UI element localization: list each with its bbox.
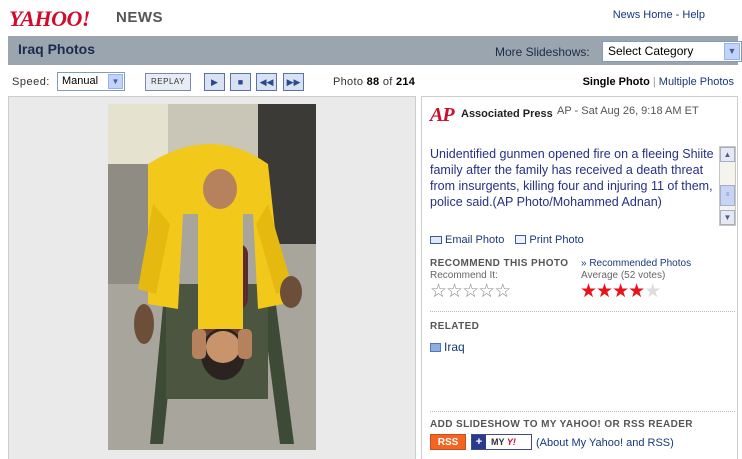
stop-icon: ■ — [237, 77, 244, 87]
next-icon: ▶▶ — [286, 77, 301, 87]
envelope-icon — [430, 236, 442, 244]
my-yahoo-badge-y: Y! — [506, 437, 516, 447]
scroll-thumb[interactable]: ≡ — [720, 185, 735, 206]
help-link[interactable]: Help — [682, 9, 705, 21]
filled-star-icon: ★ — [580, 281, 597, 302]
photo-total-number: 214 — [395, 76, 416, 88]
page-title: Iraq Photos — [18, 41, 96, 57]
site-header: YAHOO! NEWS News Home - Help — [0, 0, 742, 34]
average-rating-stars: ★★★★★ — [580, 280, 661, 303]
news-photo — [108, 104, 316, 450]
play-button[interactable]: ▶ — [204, 73, 225, 91]
my-yahoo-badge-label: MY Y! — [491, 437, 516, 447]
yahoo-logo[interactable]: YAHOO! — [9, 6, 90, 32]
rss-button[interactable]: RSS — [430, 434, 466, 450]
filled-star-icon: ★ — [612, 281, 629, 302]
previous-icon: ◀◀ — [259, 77, 274, 87]
view-mode-separator: | — [652, 76, 656, 88]
star-icon[interactable]: ☆ — [494, 281, 511, 302]
recommended-photos-link[interactable]: » Recommended Photos — [581, 258, 691, 269]
photo-info-pane: AP Associated Press AP - Sat Aug 26, 9:1… — [421, 96, 738, 459]
speed-select-value: Manual — [62, 75, 99, 87]
printer-icon — [515, 235, 527, 244]
photo-counter: Photo 88 of 214 — [333, 76, 415, 88]
scroll-down-icon[interactable]: ▼ — [720, 210, 735, 225]
news-section-label[interactable]: NEWS — [116, 9, 163, 26]
photo-counter-of: of — [382, 76, 393, 88]
speed-select[interactable]: Manual ▼ — [57, 72, 125, 91]
my-yahoo-badge-my: MY — [491, 437, 505, 447]
category-select-value: Select Category — [608, 44, 694, 58]
empty-star-icon: ★ — [644, 281, 661, 302]
photo-pane — [8, 96, 416, 459]
multiple-photos-link[interactable]: Multiple Photos — [659, 76, 734, 88]
recommend-heading: RECOMMEND THIS PHOTO — [430, 258, 569, 269]
ap-logo-mark: AP — [430, 104, 455, 126]
chevron-down-icon[interactable]: ▼ — [108, 74, 123, 89]
print-photo-link[interactable]: Print Photo — [515, 234, 584, 246]
photo-counter-label: Photo — [333, 76, 364, 88]
replay-button[interactable]: REPLAY — [145, 73, 191, 91]
photo-actions: Email Photo Print Photo — [430, 234, 592, 246]
star-icon[interactable]: ☆ — [478, 281, 495, 302]
source-name: Associated Press — [461, 108, 553, 120]
related-heading: RELATED — [430, 321, 480, 332]
filled-star-icon: ★ — [596, 281, 613, 302]
top-links: News Home - Help — [613, 9, 705, 21]
star-icon[interactable]: ☆ — [446, 281, 463, 302]
add-to-my-yahoo-button[interactable]: + MY Y! — [471, 434, 532, 450]
email-photo-label: Email Photo — [445, 234, 505, 246]
folder-icon — [430, 343, 441, 352]
star-icon[interactable]: ☆ — [430, 281, 447, 302]
divider — [430, 311, 735, 312]
photo-caption: Unidentified gunmen opened fire on a fle… — [430, 147, 714, 209]
chevron-down-icon[interactable]: ▼ — [724, 43, 740, 60]
related-link-label: Iraq — [444, 340, 465, 354]
photo-dateline: AP - Sat Aug 26, 9:18 AM ET — [557, 105, 699, 117]
related-iraq-link[interactable]: Iraq — [430, 340, 465, 354]
stop-button[interactable]: ■ — [230, 73, 251, 91]
email-photo-link[interactable]: Email Photo — [430, 234, 504, 246]
play-icon: ▶ — [211, 77, 218, 87]
speed-label: Speed: — [12, 76, 50, 88]
add-slideshow-heading: ADD SLIDESHOW TO MY YAHOO! OR RSS READER — [430, 419, 693, 430]
filled-star-icon: ★ — [628, 281, 645, 302]
recommend-stars[interactable]: ☆☆☆☆☆ — [430, 280, 511, 303]
view-mode-links: Single Photo | Multiple Photos — [583, 76, 734, 88]
more-slideshows-label: More Slideshows: — [495, 45, 590, 59]
scroll-up-icon[interactable]: ▲ — [720, 147, 735, 162]
slideshow-controls: Speed: Manual ▼ REPLAY ▶ ■ ◀◀ ▶▶ Photo 8… — [8, 70, 738, 94]
plus-icon: + — [472, 435, 486, 449]
single-photo-view: Single Photo — [582, 76, 650, 88]
print-photo-label: Print Photo — [529, 234, 584, 246]
slideshow-title-bar: Iraq Photos More Slideshows: Select Cate… — [8, 36, 742, 65]
caption-scrollbar[interactable]: ▲ ≡ ▼ — [719, 146, 736, 226]
category-select[interactable]: Select Category ▼ — [602, 41, 742, 62]
news-home-link[interactable]: News Home — [613, 9, 673, 21]
photo-current-number: 88 — [366, 76, 380, 88]
previous-button[interactable]: ◀◀ — [256, 73, 277, 91]
divider — [430, 411, 735, 412]
star-icon[interactable]: ☆ — [462, 281, 479, 302]
next-button[interactable]: ▶▶ — [283, 73, 304, 91]
about-my-yahoo-link[interactable]: (About My Yahoo! and RSS) — [536, 437, 674, 449]
top-links-separator: - — [672, 9, 683, 21]
